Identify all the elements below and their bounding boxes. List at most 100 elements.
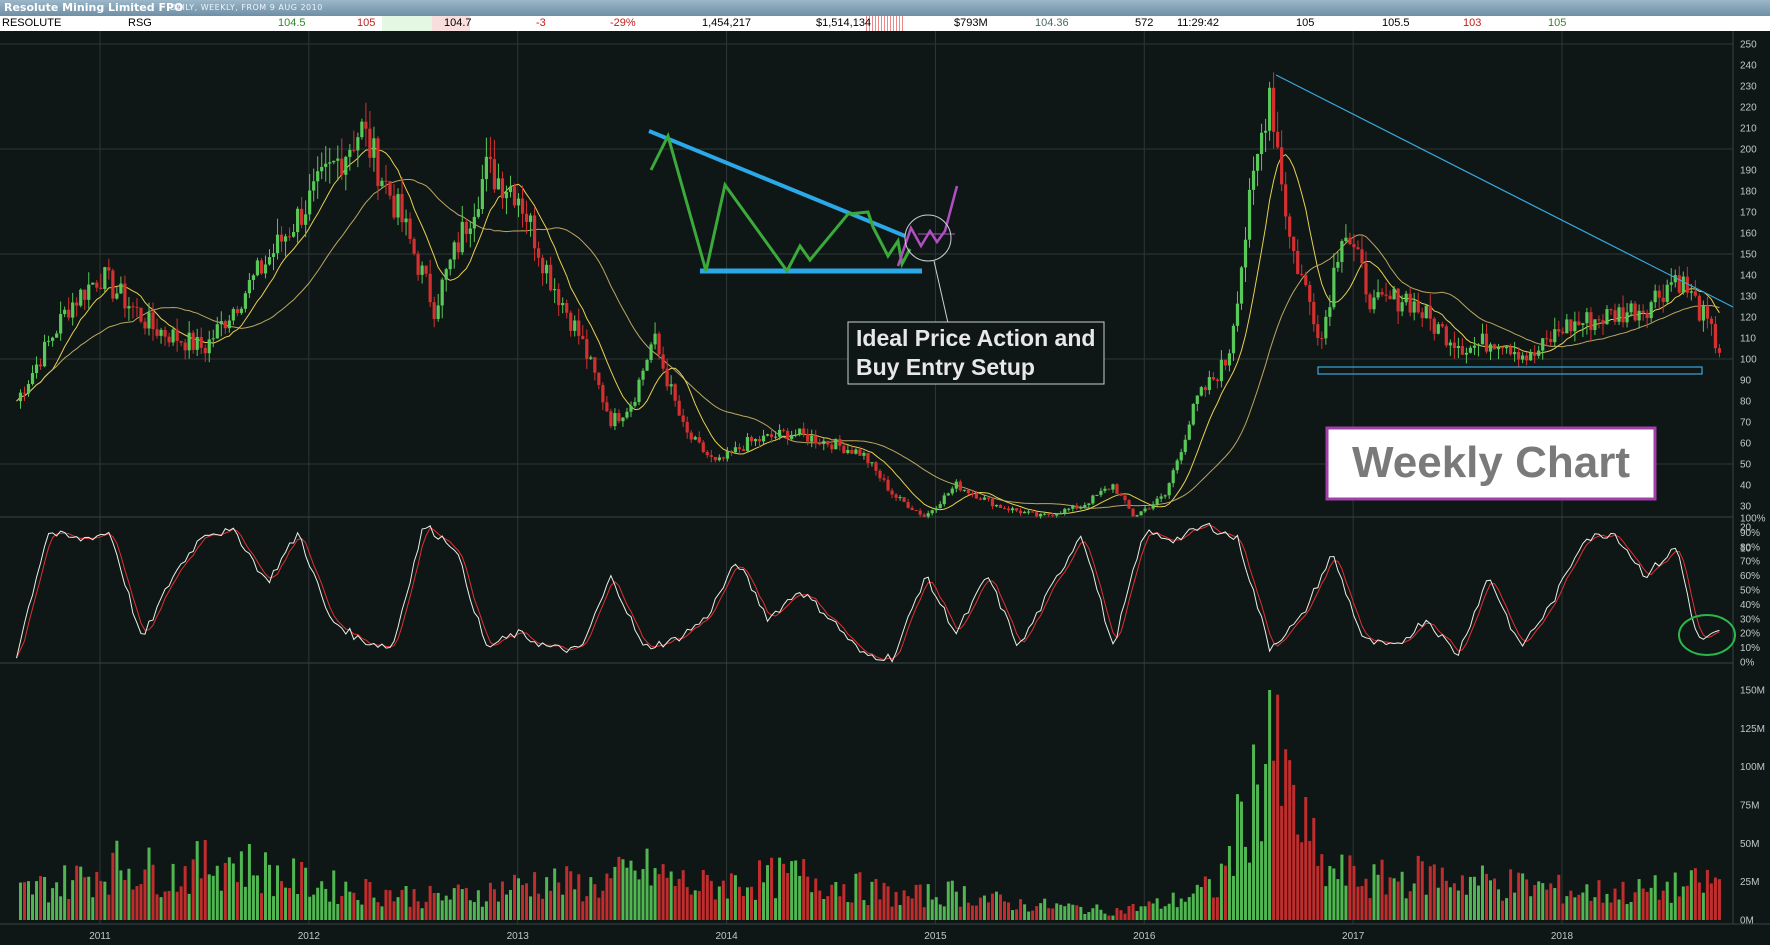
candle-body	[235, 309, 239, 314]
volume-bar	[1175, 907, 1179, 920]
candle-body	[432, 302, 436, 319]
volume-bar	[978, 897, 982, 920]
candle-body	[1171, 470, 1175, 484]
candle-body	[834, 438, 838, 450]
volume-bar	[1207, 879, 1211, 920]
volume-bar	[47, 902, 51, 920]
volume-bar	[1424, 894, 1428, 920]
candle-body	[1075, 505, 1079, 509]
candle-body	[408, 218, 412, 240]
volume-bar	[504, 894, 508, 920]
candle-body	[1589, 312, 1593, 331]
volume-bar	[207, 874, 211, 920]
candle-body	[938, 504, 942, 509]
volume-bar	[1448, 887, 1452, 920]
volume-bar	[513, 874, 517, 920]
volume-bar	[1645, 891, 1649, 920]
candle-body	[1549, 338, 1553, 343]
volume-bar	[71, 880, 75, 920]
volume-bar	[709, 880, 713, 920]
price-tick-label: 60	[1740, 439, 1752, 450]
volume-bar	[51, 888, 55, 920]
volume-bar	[705, 874, 709, 920]
volume-bar	[199, 878, 203, 920]
candle-body	[151, 312, 155, 330]
year-tick-label: 2012	[298, 931, 321, 942]
candle-body	[1111, 484, 1115, 490]
candle-body	[1047, 513, 1051, 515]
candle-body	[765, 434, 770, 436]
volume-bar	[866, 905, 870, 920]
volume-bar	[1673, 872, 1677, 920]
candle-body	[1059, 513, 1063, 515]
candle-body	[1018, 510, 1023, 514]
candle-body	[782, 429, 786, 431]
candle-body	[605, 402, 609, 412]
candle-body	[316, 171, 320, 182]
volume-bar	[713, 899, 717, 920]
candle-body	[1657, 290, 1661, 298]
price-tick-label: 100	[1740, 355, 1757, 366]
bid-cell-bg	[382, 16, 432, 31]
candle-body	[553, 289, 557, 291]
candle-body	[1577, 321, 1581, 325]
volume-bar	[1328, 866, 1332, 920]
candle-body	[356, 137, 360, 151]
volume-bar	[1545, 889, 1549, 920]
year-tick-label: 2013	[507, 931, 530, 942]
volume-bar	[352, 892, 356, 920]
candle-body	[532, 215, 537, 249]
volume-bar	[267, 864, 271, 920]
volume-bar	[922, 907, 926, 920]
volume-bar	[1055, 903, 1059, 920]
candle-body	[1207, 377, 1211, 391]
volume-bar	[1195, 884, 1199, 920]
candle-body	[524, 213, 529, 222]
volume-bar	[733, 875, 737, 920]
volume-bar	[974, 905, 978, 920]
volume-bar	[496, 901, 500, 920]
volume-bar	[1585, 884, 1589, 920]
volume-bar	[1509, 869, 1513, 920]
price-tick-label: 140	[1740, 271, 1757, 282]
candle-body	[460, 221, 464, 253]
volume-bar	[440, 900, 444, 920]
volume-bar	[1139, 906, 1143, 920]
candle-body	[87, 284, 91, 300]
candle-body	[46, 340, 51, 342]
candle-body	[59, 314, 63, 334]
candle-body	[994, 504, 999, 507]
volume-bar	[1533, 885, 1537, 920]
year-tick-label: 2018	[1551, 931, 1574, 942]
volume-bar	[424, 901, 428, 920]
volume-bar	[280, 881, 284, 920]
candle-body	[777, 429, 782, 437]
volume-bar	[902, 890, 906, 920]
candle-body	[336, 158, 340, 161]
volume-bar	[1412, 883, 1416, 920]
volume-bar	[1384, 894, 1388, 920]
volume-bar	[934, 897, 938, 920]
candle-body	[757, 439, 762, 442]
candle-body	[990, 498, 995, 507]
volume-bar	[1436, 887, 1440, 920]
volume-bar	[890, 906, 894, 920]
volume-bar	[1613, 888, 1617, 920]
candle-body	[1392, 288, 1396, 300]
quote-v6: 105.5	[1382, 17, 1410, 29]
candle-body	[1484, 333, 1489, 352]
volume-bar	[456, 884, 460, 920]
volume-bar	[404, 886, 408, 920]
candle-body	[143, 321, 147, 329]
candle-body	[1689, 291, 1693, 293]
volume-bar	[814, 878, 818, 920]
candle-body	[1079, 507, 1083, 509]
volume-bar	[107, 894, 111, 920]
candle-body	[1649, 302, 1653, 319]
volume-bar	[1272, 760, 1276, 920]
candle-body	[1701, 306, 1705, 321]
volume-bar	[653, 868, 657, 920]
volume-bar	[806, 876, 810, 920]
candle-body	[1002, 507, 1007, 509]
quote-change: -3	[536, 17, 546, 29]
